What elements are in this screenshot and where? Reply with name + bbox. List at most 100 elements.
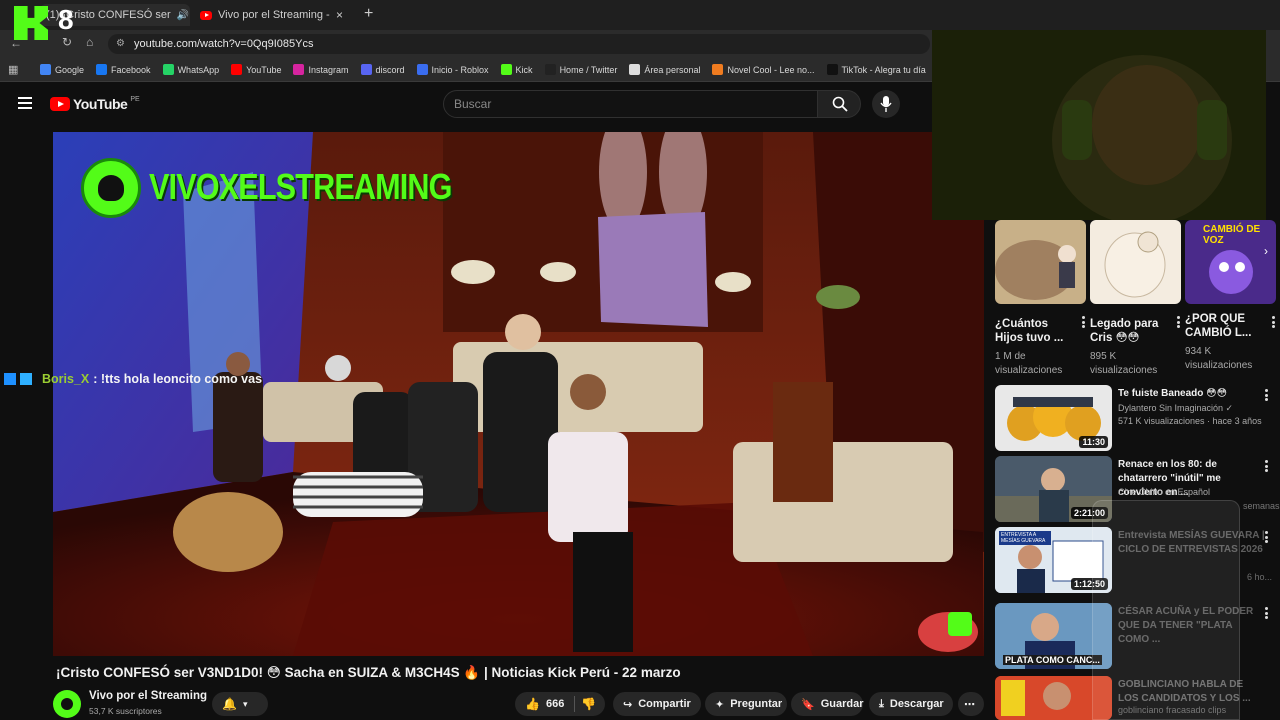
chat-overlay: Boris_X : !tts hola leoncito como vas [0,368,262,390]
bookmark-item[interactable]: WhatsApp [162,64,219,75]
search-icon [832,96,848,112]
thumbnail-text: ENTREVISTA A MESÍAS GUEVARA [999,531,1051,545]
video-duration: 11:30 [1079,436,1108,448]
chat-message: : !tts hola leoncito como vas [93,372,263,386]
video-channel: Cine Chino en Español [1118,487,1211,497]
bookmark-label: Kick [515,64,533,75]
short-views: 934 K visualizaciones [1185,346,1253,371]
more-options-icon[interactable] [1264,389,1268,401]
more-options-icon[interactable] [1271,316,1275,328]
bookmark-item[interactable]: Inicio - Roblox [416,64,489,75]
like-dislike-group: 👍 666 👎 [515,692,605,716]
youtube-logo[interactable]: YouTube PE [50,96,140,112]
bookmark-item[interactable]: Home / Twitter [544,64,617,75]
close-tab-icon[interactable]: × [336,8,343,22]
bookmark-item[interactable]: Área personal [629,64,700,75]
channel-avatar[interactable] [53,690,81,718]
video-player[interactable]: VIVOXELSTREAMING [53,132,984,656]
corner-logo-icon [948,612,972,636]
recommended-video[interactable]: 11:30 Te fuiste Baneado 😳😳 Dylantero Sin… [995,385,1280,451]
share-button[interactable]: ↪ Compartir [613,692,701,716]
channel-name[interactable]: Vivo por el Streaming [89,690,207,702]
short-views: 895 K visualizaciones [1090,351,1158,376]
more-options-icon[interactable] [1264,607,1268,619]
webcam-frame [932,30,1266,220]
video-frame [53,132,984,656]
tab-channel[interactable]: Vivo por el Streaming - YouTube × [194,4,354,26]
bookmark-favicon-icon [96,64,108,75]
short-thumbnail: CAMBIÓ DE VOZ [1185,220,1276,304]
more-horizontal-icon: ⋯ [964,698,975,711]
chat-username: Boris_X [42,372,90,386]
bookmark-favicon-icon [360,64,372,75]
channel-watermark-text: VIVOXELSTREAMING [149,166,452,207]
save-button[interactable]: 🔖 Guardar [791,692,864,716]
bookmark-item[interactable]: Facebook [96,64,151,75]
bookmark-item[interactable]: discord [360,64,405,75]
notifications-button[interactable]: 🔔 ▾ [212,692,268,716]
voice-search-button[interactable] [872,90,900,118]
menu-icon[interactable] [18,97,32,109]
more-options-icon[interactable] [1264,531,1268,543]
download-button[interactable]: ⤓ Descargar [869,692,953,716]
like-icon[interactable]: 👍 [525,697,540,711]
short-card[interactable]: CAMBIÓ DE VOZ ¿POR QUE CAMBIÓ L... 934 K… [1185,220,1276,373]
reload-icon[interactable]: ↻ [62,35,72,49]
bookmark-item[interactable]: TikTok - Alegra tu día [826,64,926,75]
bookmark-item[interactable]: YouTube [231,64,281,75]
address-bar[interactable]: ⚙ youtube.com/watch?v=0Qq9I085Ycs [108,34,930,54]
video-channel: Dylantero Sin Imaginación ✓ [1118,403,1234,413]
new-tab-icon[interactable]: + [364,5,373,23]
bookmark-label: discord [375,64,405,75]
video-meta: 6 ho... [1247,572,1273,582]
more-options-icon[interactable] [1081,316,1085,328]
home-icon[interactable]: ⌂ [86,35,93,49]
ask-button[interactable]: ✦ Preguntar [705,692,787,716]
video-title: Te fuiste Baneado 😳😳 [1118,388,1228,399]
bookmark-item[interactable]: Google [40,64,84,75]
bookmark-favicon-icon [500,64,512,75]
bookmark-label: Google [55,64,85,75]
bell-icon: 🔔 [222,697,237,711]
youtube-play-icon [50,97,70,111]
site-info-icon[interactable]: ⚙ [116,34,125,54]
ask-label: Preguntar [730,698,783,710]
video-thumbnail: 11:30 [995,385,1112,451]
bookmark-favicon-icon [231,64,243,75]
shorts-next-icon[interactable]: › [1264,244,1268,258]
short-title: ¿POR QUE CAMBIÓ L... [1185,313,1252,339]
region-code: PE [130,95,140,103]
share-icon: ↪ [623,698,633,711]
more-actions-button[interactable]: ⋯ [958,692,984,716]
bookmark-item[interactable]: Novel Cool - Lee no... [712,64,815,75]
short-card[interactable]: ¿Cuántos Hijos tuvo ... 1 M de visualiza… [995,220,1086,378]
chevron-down-icon: ▾ [242,698,248,709]
bookmark-label: YouTube [246,64,282,75]
youtube-wordmark: YouTube [73,96,128,112]
bookmark-favicon-icon [40,64,51,75]
thumbnail-text: PLATA COMO CANC... [1003,655,1102,665]
like-count[interactable]: 666 [546,698,564,710]
speaker-icon[interactable]: 🔊 [177,10,189,21]
glass-overlay [1092,500,1240,720]
apps-icon[interactable]: ▦ [8,63,18,76]
microphone-icon [880,96,892,112]
search-input[interactable]: Buscar [443,90,818,118]
bookmark-label: Facebook [111,64,151,75]
more-options-icon[interactable] [1264,460,1268,472]
chat-badge-icon [20,373,32,385]
save-label: Guardar [820,698,864,710]
share-label: Compartir [638,698,691,710]
short-title: Legado para Cris 😳😳 [1090,318,1159,344]
dislike-icon[interactable]: 👎 [581,697,596,711]
bookmark-favicon-icon [416,64,428,75]
webcam-overlay [932,30,1266,220]
search-button[interactable] [817,90,861,118]
bookmark-favicon-icon [629,64,641,75]
bookmark-item[interactable]: Kick [500,64,533,75]
more-options-icon[interactable] [1176,316,1180,328]
bookmark-favicon-icon [293,64,305,75]
short-card[interactable]: Legado para Cris 😳😳 895 K visualizacione… [1090,220,1181,378]
bookmark-item[interactable]: Instagram [293,64,349,75]
short-title: ¿Cuántos Hijos tuvo ... [995,318,1064,344]
